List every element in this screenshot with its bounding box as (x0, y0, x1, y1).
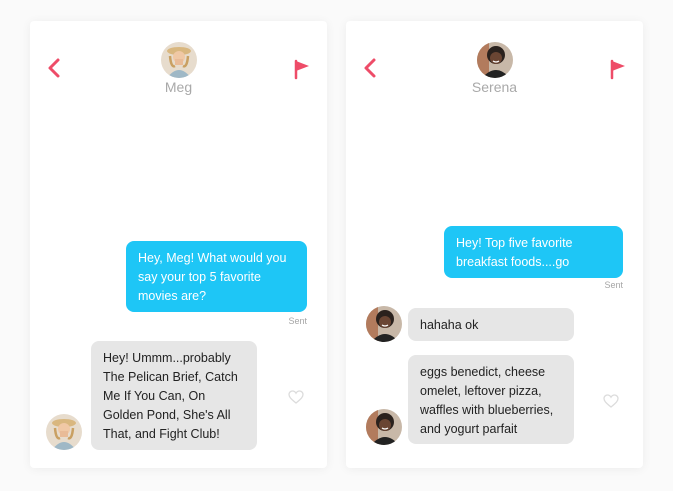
message-text: eggs benedict, cheese omelet, leftover p… (420, 365, 554, 436)
heart-icon[interactable] (603, 394, 619, 408)
sent-status: Sent (604, 280, 623, 290)
message-avatar[interactable] (366, 409, 402, 445)
sent-message[interactable]: Hey! Top five favorite breakfast foods..… (444, 226, 623, 278)
received-message[interactable]: Hey! Ummm...probably The Pelican Brief, … (91, 341, 257, 450)
contact-avatar[interactable] (160, 42, 197, 78)
received-message[interactable]: eggs benedict, cheese omelet, leftover p… (408, 355, 574, 444)
message-text: Hey! Top five favorite breakfast foods..… (456, 236, 573, 269)
contact-name: Serena (471, 79, 518, 95)
contact-avatar[interactable] (476, 42, 513, 78)
avatar-serena-icon (366, 409, 402, 445)
heart-icon[interactable] (288, 390, 304, 404)
chat-card-serena: Serena Hey! Top five favorite breakfast … (346, 21, 643, 468)
sent-status: Sent (288, 316, 307, 326)
chat-screens: Meg Hey, Meg! What would you say your to… (0, 0, 673, 491)
message-text: Hey! Ummm...probably The Pelican Brief, … (103, 351, 238, 441)
back-chevron-icon[interactable] (46, 57, 62, 79)
message-avatar[interactable] (366, 306, 402, 342)
avatar-meg-icon (46, 414, 82, 450)
message-text: Hey, Meg! What would you say your top 5 … (138, 251, 287, 303)
sent-message[interactable]: Hey, Meg! What would you say your top 5 … (126, 241, 307, 312)
avatar-meg-icon (160, 42, 197, 78)
back-chevron-icon[interactable] (362, 57, 378, 79)
chat-card-meg: Meg Hey, Meg! What would you say your to… (30, 21, 327, 468)
report-flag-icon[interactable] (609, 58, 627, 80)
message-text: hahaha ok (420, 318, 479, 332)
report-flag-icon[interactable] (293, 58, 311, 80)
message-avatar[interactable] (46, 414, 82, 450)
avatar-serena-icon (476, 42, 513, 78)
contact-name: Meg (164, 79, 193, 95)
received-message[interactable]: hahaha ok (408, 308, 574, 341)
avatar-serena-icon (366, 306, 402, 342)
